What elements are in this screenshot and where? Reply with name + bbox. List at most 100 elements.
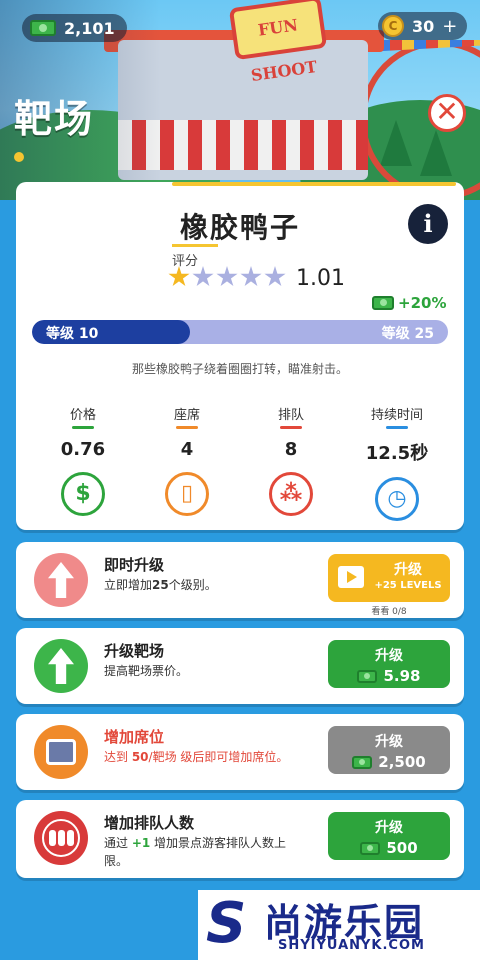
button-price: 500 [328,839,450,857]
star-icon [168,266,190,287]
seat-glyph: ▯ [180,481,194,506]
dollar-glyph: $ [75,481,91,506]
add-coins-icon[interactable]: + [442,16,457,37]
stat-price: 价格 0.76 $ [38,404,128,516]
cash-counter: 2,101 [22,14,127,42]
watermark-logo-letter: S [206,891,247,956]
card-accent-strip [172,182,456,186]
dollar-icon: $ [61,472,105,516]
price-value: 500 [386,839,418,857]
upgrade-description: 达到 50/靶场 级后即可增加席位。 [104,748,308,766]
stat-value: 8 [284,439,298,460]
queue-icon: ⁂ [269,472,313,516]
arrow-up-icon [48,648,74,684]
watermark-url: SHYIYUANYK.COM [278,938,425,953]
person-glyph [49,830,56,846]
watch-counter: 看看 0/8 [371,607,407,617]
booth-sign: FUN SHOOT [228,0,328,85]
watch-ad-upgrade-button[interactable]: 升级 +25 LEVELS [328,554,450,602]
income-bonus: +20% [372,294,446,312]
button-label: 升级 [375,734,403,750]
seat-icon: ▯ [165,472,209,516]
desc-highlight: 25 [152,578,169,592]
upgrade-description: 通过 +1 增加景点游客排队人数上限。 [104,834,308,870]
attraction-name: 橡胶鸭子 [179,211,300,244]
upgrade-description: 提高靶场票价。 [104,664,189,678]
cash-icon [372,296,394,310]
upgrade-card-queue: 增加排队人数 通过 +1 增加景点游客排队人数上限。 升级 500 [16,800,464,878]
upgrade-range-button[interactable]: 升级 5.98 [328,640,450,688]
cash-icon [30,20,56,36]
price-value: 5.98 [383,667,421,685]
stat-value: 0.76 [60,439,106,460]
upgrade-title: 即时升级 [104,556,165,574]
desc-highlight: +1 [131,836,151,850]
level-progress-bar: 等级 10 等级 25 [32,320,448,344]
button-price: 5.98 [328,667,450,685]
stat-duration: 持续时间 12.5秒 ◷ [352,404,442,521]
clock-icon: ◷ [375,477,419,521]
cash-icon [357,669,378,683]
watermark-logo: S 尚游乐园 SHYIYUANYK.COM [198,890,480,960]
upgrade-card-range: 升级靶场 提高靶场票价。 升级 5.98 [16,628,464,704]
upgrade-title: 增加席位 [104,728,165,746]
star-icon [216,266,238,287]
person-glyph [58,830,65,846]
video-icon [338,566,364,588]
stat-seats: 座席 4 ▯ [142,404,232,516]
stat-underline [72,426,94,429]
stat-label: 持续时间 [370,408,423,423]
cash-amount: 2,101 [64,18,115,38]
star-icon [240,266,262,287]
desc-text: /靶场 级后即可增加席位。 [148,750,289,764]
upgrade-card-seats: 增加席位 达到 50/靶场 级后即可增加席位。 升级 2,500 [16,714,464,790]
button-label: 升级 [394,562,422,578]
add-queue-button[interactable]: 升级 500 [328,812,450,860]
star-icon [264,266,286,287]
upgrade-description: 立即增加25个级别。 [104,576,308,594]
button-sublabel: +25 LEVELS [374,580,442,591]
coin-counter[interactable]: C 30 + [378,12,468,40]
max-level: 等级 25 [381,326,434,342]
play-glyph [347,571,357,583]
name-underline [172,244,218,247]
desc-text: 立即增加 [104,578,153,592]
button-label: 升级 [375,648,403,664]
person-glyph [67,830,74,846]
desc-text: 达到 [104,750,132,764]
queue-upgrade-icon [34,811,88,865]
desc-highlight: 50 [131,750,149,764]
bonus-value: +20% [398,294,447,312]
price-value: 2,500 [378,753,426,771]
close-button[interactable]: ✕ [428,94,466,132]
seat-upgrade-icon [34,725,88,779]
cash-icon [360,841,381,855]
desc-text: 个级别。 [168,578,217,592]
stat-value: 12.5秒 [365,443,429,464]
add-seats-button[interactable]: 升级 2,500 [328,726,450,774]
page-indicator-dot [14,152,24,162]
upgrade-title: 升级靶场 [104,642,165,660]
rating-value: 1.01 [296,266,345,291]
page-title: 靶场 [14,97,95,141]
coin-icon: C [382,15,404,37]
stat-underline [280,426,302,429]
current-level: 等级 10 [46,326,99,342]
attraction-card: 橡胶鸭子 i 评分 1.01 +20% 等级 10 等级 25 那些橡胶鸭子绕着… [16,182,464,530]
info-button[interactable]: i [408,204,448,244]
desc-text: 通过 [104,836,132,850]
stat-underline [176,426,198,429]
stat-label: 价格 [69,408,96,423]
seat-icon [46,739,76,765]
queue-icon [42,819,80,857]
attraction-description: 那些橡胶鸭子绕着圈圈打转，瞄准射击。 [131,362,348,376]
stat-label: 排队 [277,408,304,423]
stat-queue: 排队 8 ⁂ [246,404,336,516]
instant-upgrade-icon [34,553,88,607]
stat-underline [386,426,408,429]
queue-glyph: ⁂ [279,481,303,506]
button-label: 升级 [375,820,403,836]
clock-glyph: ◷ [387,486,407,511]
arrow-up-icon [48,562,74,598]
upgrade-card-instant: 即时升级 立即增加25个级别。 升级 +25 LEVELS 看看 0/8 [16,542,464,618]
